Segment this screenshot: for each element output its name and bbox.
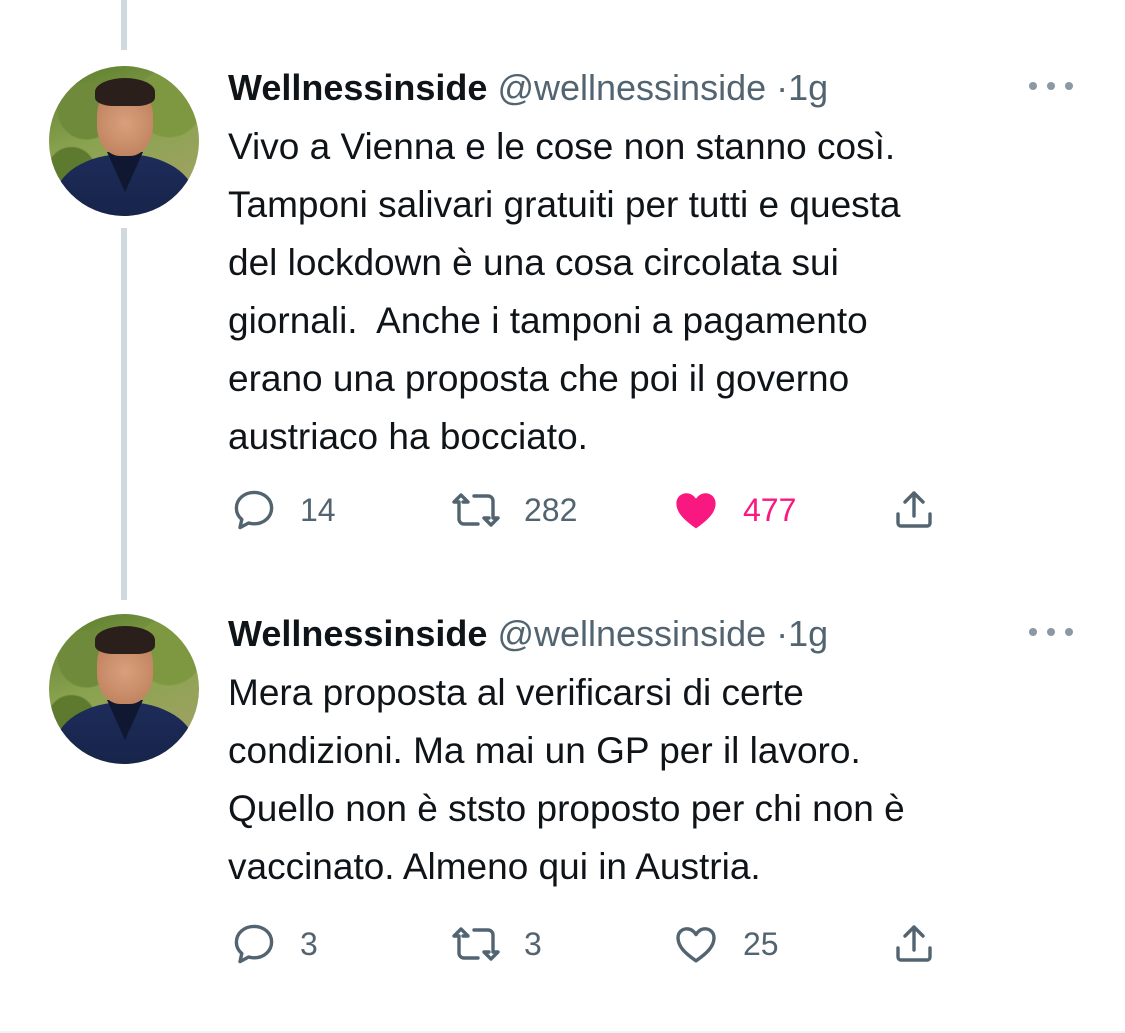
retweet-count: 282: [524, 491, 578, 528]
retweet-count: 3: [524, 925, 542, 962]
like-button[interactable]: 25: [671, 920, 779, 968]
more-icon[interactable]: [1029, 622, 1073, 642]
avatar[interactable]: [49, 66, 199, 216]
retweet-icon: [452, 927, 500, 961]
tweet[interactable]: Wellnessinside @wellnessinside ·1g Mera …: [0, 600, 1125, 1031]
reply-count: 3: [300, 925, 318, 962]
reply-icon: [234, 490, 274, 530]
avatar[interactable]: [49, 614, 199, 764]
author-handle[interactable]: @wellnessinside: [497, 613, 766, 654]
more-icon[interactable]: [1029, 76, 1073, 96]
tweet-text: Mera proposta al verificarsi di certe co…: [228, 672, 905, 887]
share-icon: [896, 925, 932, 962]
timestamp[interactable]: 1g: [788, 613, 828, 654]
author-handle[interactable]: @wellnessinside: [497, 67, 766, 108]
heart-icon: [676, 493, 716, 529]
action-bar: 14 282 477: [0, 486, 1125, 536]
like-count: 477: [743, 491, 797, 528]
reply-button[interactable]: 3: [230, 920, 318, 968]
tweet-text: Vivo a Vienna e le cose non stanno così.…: [228, 126, 901, 457]
tweet[interactable]: Wellnessinside @wellnessinside ·1g Vivo …: [0, 0, 1125, 580]
reply-icon: [234, 924, 274, 964]
tweet-header: Wellnessinside @wellnessinside ·1g: [228, 612, 828, 656]
author-name[interactable]: Wellnessinside: [228, 613, 487, 654]
share-button[interactable]: [890, 486, 938, 534]
action-bar: 3 3 25: [0, 920, 1125, 970]
share-button[interactable]: [890, 920, 938, 968]
tweet-header: Wellnessinside @wellnessinside ·1g: [228, 66, 828, 110]
separator-dot: ·: [776, 67, 789, 108]
author-name[interactable]: Wellnessinside: [228, 67, 487, 108]
reply-count: 14: [300, 491, 336, 528]
like-button[interactable]: 477: [671, 486, 796, 534]
timestamp[interactable]: 1g: [788, 67, 828, 108]
reply-button[interactable]: 14: [230, 486, 336, 534]
retweet-button[interactable]: 3: [450, 920, 542, 968]
separator-dot: ·: [776, 613, 789, 654]
share-icon: [896, 491, 932, 528]
like-count: 25: [743, 925, 779, 962]
heart-icon: [676, 927, 716, 963]
retweet-icon: [452, 493, 500, 527]
retweet-button[interactable]: 282: [450, 486, 577, 534]
